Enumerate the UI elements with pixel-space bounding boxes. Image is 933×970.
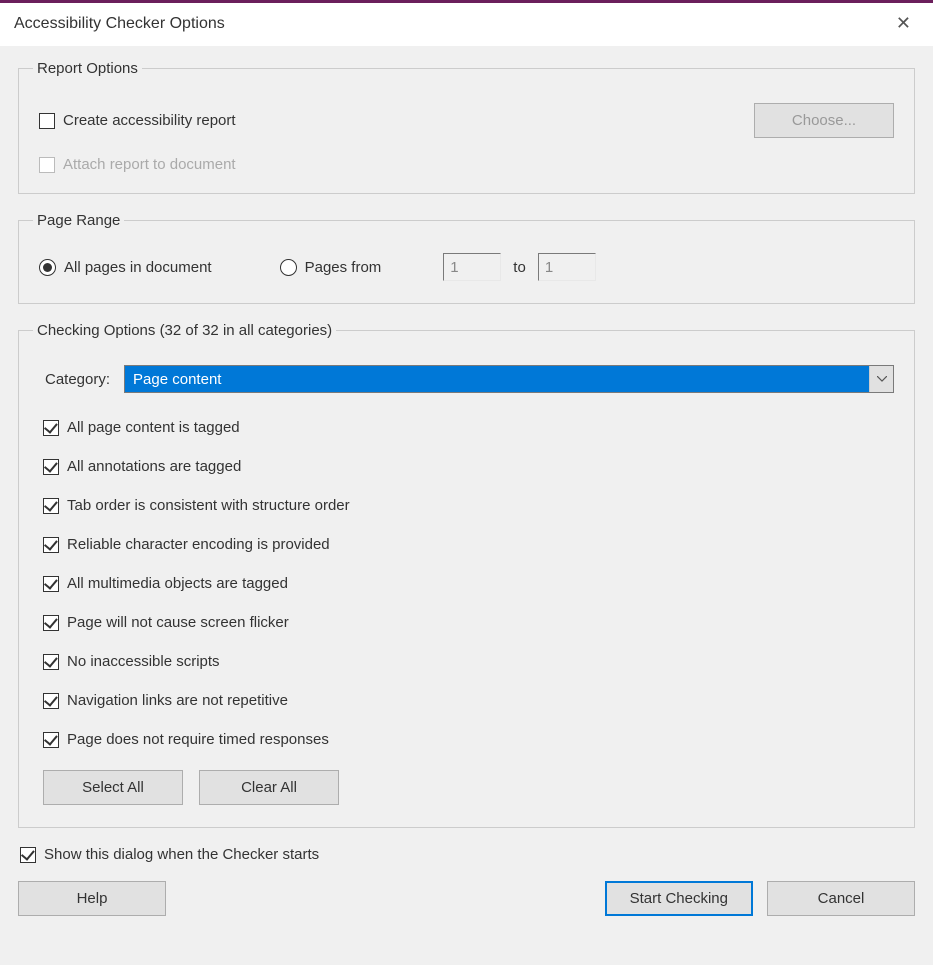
checking-options-legend: Checking Options (32 of 32 in all catego…: [33, 322, 336, 339]
check-list: All page content is tagged All annotatio…: [43, 419, 894, 748]
to-label: to: [513, 259, 526, 276]
check-item-checkbox[interactable]: [43, 732, 59, 748]
create-report-checkbox[interactable]: [39, 113, 55, 129]
page-range-group: Page Range All pages in document Pages f…: [18, 212, 915, 304]
check-item-label: Reliable character encoding is provided: [67, 536, 330, 553]
dialog-title: Accessibility Checker Options: [14, 15, 225, 33]
check-item-label: No inaccessible scripts: [67, 653, 220, 670]
cancel-button[interactable]: Cancel: [767, 881, 915, 916]
check-item-checkbox[interactable]: [43, 615, 59, 631]
clear-all-button[interactable]: Clear All: [199, 770, 339, 805]
list-item: Navigation links are not repetitive: [43, 692, 894, 709]
show-dialog-label: Show this dialog when the Checker starts: [44, 846, 319, 863]
check-item-label: Navigation links are not repetitive: [67, 692, 288, 709]
check-item-checkbox[interactable]: [43, 537, 59, 553]
list-item: All annotations are tagged: [43, 458, 894, 475]
report-options-legend: Report Options: [33, 60, 142, 77]
list-item: All multimedia objects are tagged: [43, 575, 894, 592]
list-item: Page does not require timed responses: [43, 731, 894, 748]
check-item-checkbox[interactable]: [43, 693, 59, 709]
category-combobox[interactable]: Page content: [124, 365, 894, 393]
start-checking-button[interactable]: Start Checking: [605, 881, 753, 916]
pages-from-radio[interactable]: [280, 259, 297, 276]
check-item-checkbox[interactable]: [43, 576, 59, 592]
list-item: Tab order is consistent with structure o…: [43, 497, 894, 514]
page-to-input[interactable]: [538, 253, 596, 281]
page-range-legend: Page Range: [33, 212, 124, 229]
check-item-checkbox[interactable]: [43, 420, 59, 436]
attach-report-checkbox: [39, 157, 55, 173]
check-item-label: All multimedia objects are tagged: [67, 575, 288, 592]
checking-options-group: Checking Options (32 of 32 in all catego…: [18, 322, 915, 828]
all-pages-label: All pages in document: [64, 259, 212, 276]
check-item-checkbox[interactable]: [43, 459, 59, 475]
list-item: Page will not cause screen flicker: [43, 614, 894, 631]
chevron-down-icon[interactable]: [869, 366, 893, 392]
page-from-input[interactable]: [443, 253, 501, 281]
check-item-label: Page does not require timed responses: [67, 731, 329, 748]
check-item-checkbox[interactable]: [43, 498, 59, 514]
show-dialog-checkbox[interactable]: [20, 847, 36, 863]
close-icon[interactable]: ✕: [890, 13, 917, 34]
attach-report-label: Attach report to document: [63, 156, 236, 173]
titlebar: Accessibility Checker Options ✕: [0, 3, 933, 46]
check-item-label: All page content is tagged: [67, 419, 240, 436]
list-item: All page content is tagged: [43, 419, 894, 436]
pages-from-label: Pages from: [305, 259, 382, 276]
check-item-label: All annotations are tagged: [67, 458, 241, 475]
create-report-label: Create accessibility report: [63, 112, 236, 129]
category-value: Page content: [125, 366, 869, 392]
check-item-label: Page will not cause screen flicker: [67, 614, 289, 631]
choose-button[interactable]: Choose...: [754, 103, 894, 138]
list-item: No inaccessible scripts: [43, 653, 894, 670]
footer: Help Start Checking Cancel: [18, 881, 915, 916]
dialog-body: Report Options Create accessibility repo…: [0, 46, 933, 965]
help-button[interactable]: Help: [18, 881, 166, 916]
check-item-checkbox[interactable]: [43, 654, 59, 670]
all-pages-radio[interactable]: [39, 259, 56, 276]
check-item-label: Tab order is consistent with structure o…: [67, 497, 350, 514]
category-label: Category:: [45, 371, 110, 388]
list-item: Reliable character encoding is provided: [43, 536, 894, 553]
report-options-group: Report Options Create accessibility repo…: [18, 60, 915, 194]
select-all-button[interactable]: Select All: [43, 770, 183, 805]
